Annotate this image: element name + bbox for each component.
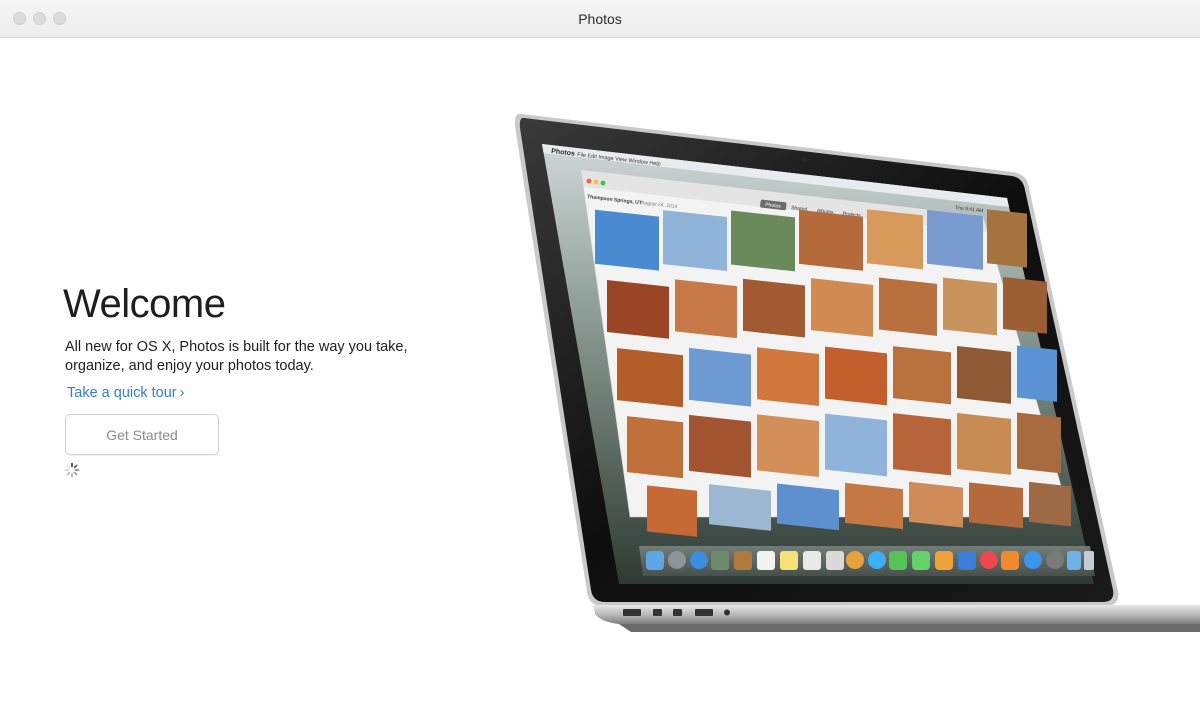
quick-tour-label: Take a quick tour: [67, 385, 177, 401]
welcome-heading: Welcome: [63, 282, 226, 326]
photos-welcome-window: Photos Welcome All new for OS X, Photos …: [0, 0, 1200, 720]
macbook-illustration: Photos File Edit Image View Window Help …: [514, 112, 1200, 637]
quick-tour-link[interactable]: Take a quick tour ›: [67, 385, 184, 401]
window-title: Photos: [578, 11, 622, 27]
macbook-image: Photos File Edit Image View Window Help …: [514, 113, 1200, 632]
get-started-button[interactable]: Get Started: [65, 414, 219, 455]
chevron-right-icon: ›: [179, 385, 185, 401]
welcome-description: All new for OS X, Photos is built for th…: [65, 339, 408, 374]
title-bar: Photos: [0, 0, 1200, 38]
activity-spinner-icon: [64, 462, 80, 478]
